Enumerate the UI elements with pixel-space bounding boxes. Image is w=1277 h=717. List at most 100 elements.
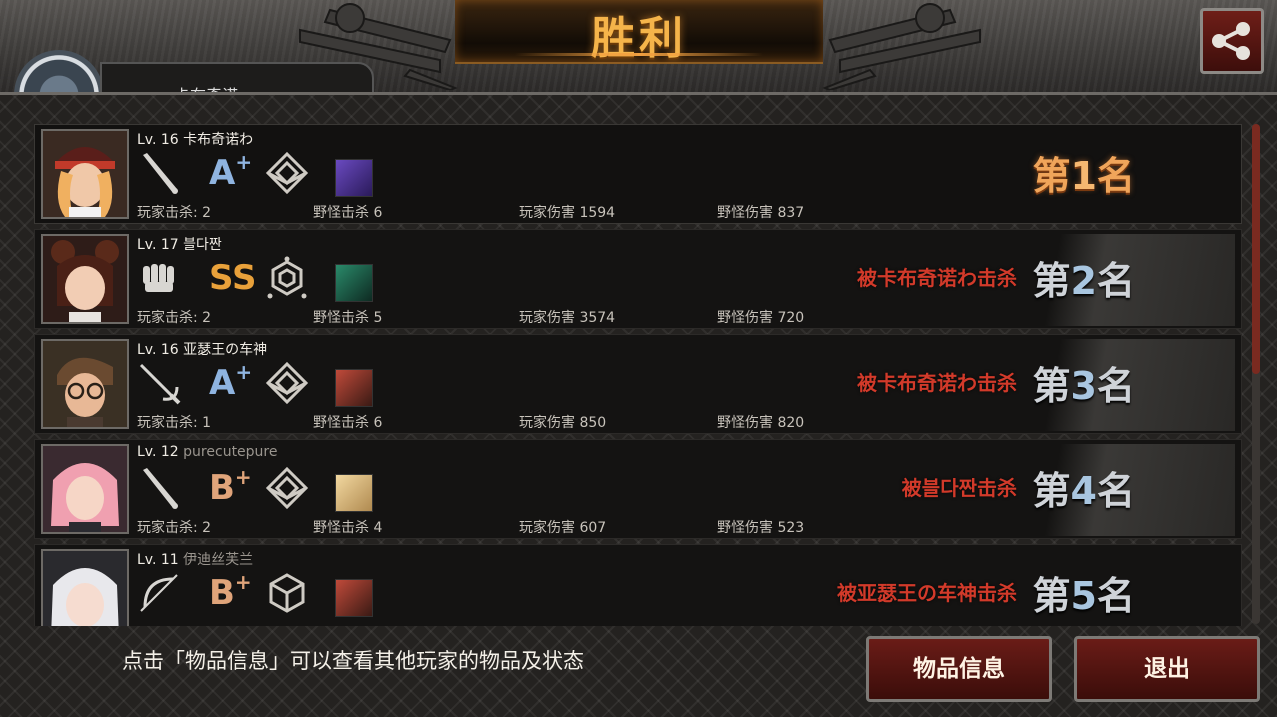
character-portrait: [41, 129, 129, 219]
rank-label: 第2名: [1033, 250, 1135, 305]
victory-title-plate: 胜利: [455, 0, 823, 64]
grade-letter: SS: [209, 258, 257, 298]
pet-icon: [335, 579, 373, 617]
ranking-row[interactable]: Lv. 12 purecutepure B+ 玩家击杀: 2 野怪击杀 4 玩家…: [34, 439, 1242, 539]
killed-by-note: 被블다짠击杀: [901, 476, 1017, 500]
exit-button[interactable]: 退出: [1074, 636, 1260, 702]
item-info-button[interactable]: 物品信息: [866, 636, 1052, 702]
grade-badge: B+: [207, 571, 263, 615]
ranking-row[interactable]: Lv. 16 亚瑟王の车神 A+ 玩家击杀: 1 野怪击杀 6 玩家伤害 850…: [34, 334, 1242, 434]
diamond-emblem-icon: [265, 151, 309, 195]
rank-prefix: 第: [1032, 574, 1071, 618]
player-level-name: Lv. 16 卡布奇诺わ: [137, 129, 253, 149]
rank-label: 第3名: [1033, 355, 1135, 410]
ranking-row[interactable]: Lv. 17 블다짠 SS 玩家击杀: 2 野怪击杀 5 玩家伤害 3574 野…: [34, 229, 1242, 329]
rank-number: 1: [1070, 154, 1097, 198]
rank-label: 第4名: [1033, 460, 1135, 515]
grade-letter: A: [209, 153, 236, 193]
player-damage: 玩家伤害 850: [519, 415, 607, 431]
grade-badge: B+: [207, 466, 263, 510]
player-damage: 玩家伤害 1594: [519, 205, 616, 221]
bat-icon: [143, 153, 178, 194]
monster-damage: 野怪伤害 837: [717, 205, 805, 221]
diamond-emblem-icon: [265, 361, 309, 405]
bow-icon: [140, 574, 178, 612]
grade-badge: A+: [207, 361, 263, 405]
rank-label: 第1名: [1033, 145, 1135, 200]
pet-icon: [335, 474, 373, 512]
rank-suffix: 名: [1096, 574, 1135, 618]
rank-number: 5: [1070, 574, 1097, 618]
killed-by-note: 被亚瑟王の车神击杀: [837, 581, 1017, 605]
monster-kills: 野怪击杀 4: [313, 520, 383, 536]
pet-icon: [335, 369, 373, 407]
grade-letter: B: [209, 468, 235, 508]
character-portrait: [41, 234, 129, 324]
grade-plus: +: [234, 465, 252, 489]
rank-prefix: 第: [1032, 154, 1071, 198]
monster-damage: 野怪伤害 523: [717, 520, 805, 536]
rank-suffix: 名: [1096, 259, 1135, 303]
player-level: Lv. 16: [137, 132, 179, 148]
grade-plus: +: [235, 150, 253, 174]
monster-kills: 野怪击杀 5: [313, 310, 383, 326]
monster-damage: 野怪伤害 720: [717, 310, 805, 326]
player-kills: 玩家击杀: 2: [137, 520, 212, 536]
rank-suffix: 名: [1096, 154, 1135, 198]
rank-number: 2: [1070, 259, 1097, 303]
player-damage: 玩家伤害 3574: [519, 310, 616, 326]
player-kills: 玩家击杀: 2: [137, 310, 212, 326]
fist-icon: [143, 264, 174, 292]
cube-emblem-icon: [269, 573, 305, 613]
hint-text: 点击「物品信息」可以查看其他玩家的物品及状态: [122, 649, 584, 673]
rank-suffix: 名: [1096, 469, 1135, 513]
list-scrollbar[interactable]: [1252, 124, 1260, 624]
player-level-name: Lv. 17 블다짠: [137, 234, 222, 254]
grade-plus: +: [235, 360, 253, 384]
character-portrait: [41, 339, 129, 429]
rank-prefix: 第: [1032, 259, 1071, 303]
player-level-name: Lv. 11 伊迪丝芙兰: [137, 549, 253, 569]
monster-kills: 野怪击杀 6: [313, 415, 383, 431]
grade-plus: +: [234, 570, 252, 594]
grade-letter: B: [209, 573, 235, 613]
crossed-guns-emblem-icon: [822, 3, 981, 90]
player-level: Lv. 17: [137, 237, 179, 253]
monster-kills: 野怪击杀 6: [313, 205, 383, 221]
pet-icon: [335, 264, 373, 302]
rank-suffix: 名: [1096, 364, 1135, 408]
page-title: 胜利: [591, 13, 687, 64]
player-damage: 玩家伤害 607: [519, 520, 607, 536]
ranking-list[interactable]: Lv. 16 卡布奇诺わ A+ 玩家击杀: 2 野怪击杀 6 玩家伤害 1594…: [34, 124, 1244, 626]
grade-letter: A: [209, 363, 236, 403]
player-name: 伊迪丝芙兰: [183, 552, 254, 568]
player-level: Lv. 12: [137, 444, 179, 460]
player-level-name: Lv. 16 亚瑟王の车神: [137, 339, 267, 359]
player-level: Lv. 11: [137, 552, 179, 568]
player-kills: 玩家击杀: 1: [137, 415, 212, 431]
player-name-tab: 卡布奇诺: [100, 62, 374, 96]
hexagon-emblem-icon: [267, 256, 307, 299]
rank-prefix: 第: [1032, 364, 1071, 408]
player-name: 블다짠: [183, 237, 222, 253]
monster-damage: 野怪伤害 820: [717, 415, 805, 431]
ranking-row[interactable]: Lv. 11 伊迪丝芙兰 B+ 被亚瑟王の车神击杀 第5名: [34, 544, 1242, 626]
killed-by-note: 被卡布奇诺わ击杀: [857, 266, 1017, 290]
scrollbar-thumb[interactable]: [1252, 124, 1260, 374]
ranking-row[interactable]: Lv. 16 卡布奇诺わ A+ 玩家击杀: 2 野怪击杀 6 玩家伤害 1594…: [34, 124, 1242, 224]
share-button[interactable]: [1200, 8, 1264, 74]
killed-by-note: 被卡布奇诺わ击杀: [857, 371, 1017, 395]
character-portrait: [41, 444, 129, 534]
grade-badge: A+: [207, 151, 263, 195]
diamond-emblem-icon: [265, 466, 309, 510]
grade-badge: SS: [207, 256, 263, 300]
bat-icon: [143, 468, 178, 509]
rank-prefix: 第: [1032, 469, 1071, 513]
player-name: purecutepure: [183, 444, 278, 460]
rapier-icon: [139, 363, 181, 405]
player-name: 卡布奇诺わ: [183, 132, 254, 148]
share-icon: [1212, 22, 1250, 60]
pet-icon: [335, 159, 373, 197]
player-name: 亚瑟王の车神: [183, 342, 268, 358]
player-level: Lv. 16: [137, 342, 179, 358]
